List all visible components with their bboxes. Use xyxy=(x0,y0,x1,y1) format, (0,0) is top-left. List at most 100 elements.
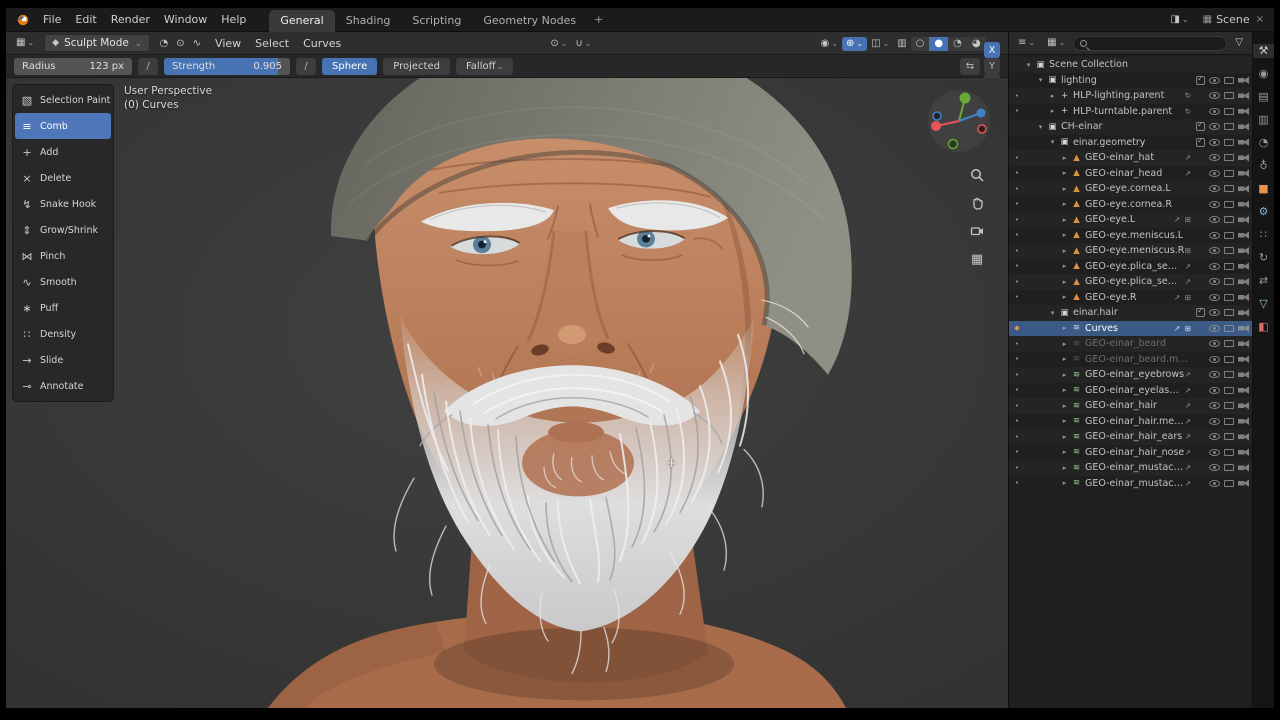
outliner-row[interactable]: • ▸ ▲ GEO-einar_head ↗ xyxy=(1009,166,1252,182)
tab-modifiers[interactable]: ⚙ xyxy=(1253,205,1274,219)
render-disable-toggle[interactable] xyxy=(1238,169,1249,178)
viewport-disable-toggle[interactable] xyxy=(1224,232,1234,239)
row-name[interactable]: GEO-einar_hair xyxy=(1083,400,1185,411)
hide-eye-toggle[interactable] xyxy=(1209,449,1220,456)
render-disable-toggle[interactable] xyxy=(1238,200,1249,209)
outliner-row[interactable]: ▾ ▣ Scene Collection xyxy=(1009,57,1252,73)
hide-eye-toggle[interactable] xyxy=(1209,356,1220,363)
outliner-row[interactable]: • ▸ ▲ GEO-eye.meniscus.R ⊞ xyxy=(1009,243,1252,259)
expand-arrow-icon[interactable]: ▾ xyxy=(1023,61,1034,69)
workspace-tab-general[interactable]: General xyxy=(269,10,334,32)
exclude-checkbox[interactable] xyxy=(1196,76,1205,85)
hide-eye-toggle[interactable] xyxy=(1209,325,1220,332)
search-input[interactable] xyxy=(1091,38,1220,48)
expand-arrow-icon[interactable]: ▸ xyxy=(1047,107,1058,115)
row-name[interactable]: GEO-einar_eyebrows xyxy=(1083,369,1185,380)
row-name[interactable]: GEO-einar_hair.messy xyxy=(1083,416,1185,427)
outliner-row[interactable]: • ▸ ≋ GEO-einar_mustache ↗ xyxy=(1009,460,1252,476)
render-disable-toggle[interactable] xyxy=(1238,370,1249,379)
row-name[interactable]: GEO-eye.cornea.R xyxy=(1083,199,1192,210)
row-name[interactable]: GEO-einar_mustache xyxy=(1083,462,1185,473)
hide-eye-toggle[interactable] xyxy=(1209,418,1220,425)
pan-hand-icon[interactable] xyxy=(968,194,986,212)
outliner-row[interactable]: • ▸ + HLP-lighting.parent ↻ xyxy=(1009,88,1252,104)
menu-file[interactable]: File xyxy=(36,11,68,28)
expand-arrow-icon[interactable]: ▾ xyxy=(1035,123,1046,131)
navigation-gizmo[interactable] xyxy=(924,86,994,156)
strength-pressure-toggle[interactable]: ∕ xyxy=(296,58,316,75)
falloff-dropdown[interactable]: Falloff⌄ xyxy=(456,58,513,75)
render-disable-toggle[interactable] xyxy=(1238,76,1249,85)
viewport-disable-toggle[interactable] xyxy=(1224,77,1234,84)
menu-window[interactable]: Window xyxy=(157,11,214,28)
viewport-disable-toggle[interactable] xyxy=(1224,92,1234,99)
mirror-icon[interactable]: ⇆ xyxy=(960,58,980,75)
expand-arrow-icon[interactable]: ▸ xyxy=(1059,417,1070,425)
viewport-disable-toggle[interactable] xyxy=(1224,201,1234,208)
hide-eye-toggle[interactable] xyxy=(1209,433,1220,440)
outliner-row[interactable]: • ▸ ≋ GEO-einar_mustache.m ↗ xyxy=(1009,476,1252,492)
tab-scene[interactable]: ◔ xyxy=(1253,136,1274,150)
outliner-row[interactable]: ▾ ▣ einar.hair xyxy=(1009,305,1252,321)
render-disable-toggle[interactable] xyxy=(1238,432,1249,441)
tool-add[interactable]: + Add xyxy=(15,139,111,165)
outliner-row[interactable]: • ▸ ▲ GEO-einar_hat ↗ xyxy=(1009,150,1252,166)
hide-eye-toggle[interactable] xyxy=(1209,402,1220,409)
filter-icon[interactable]: ▽ xyxy=(1231,36,1247,50)
row-name[interactable]: einar.hair xyxy=(1071,307,1192,318)
expand-arrow-icon[interactable]: ▸ xyxy=(1059,386,1070,394)
exclude-checkbox[interactable] xyxy=(1196,138,1205,147)
expand-arrow-icon[interactable]: ▸ xyxy=(1059,169,1070,177)
outliner-row[interactable]: • ▸ ▲ GEO-eye.plica_semilun ↗ xyxy=(1009,274,1252,290)
hide-eye-toggle[interactable] xyxy=(1209,92,1220,99)
row-name[interactable]: GEO-eye.cornea.L xyxy=(1083,183,1192,194)
strength-slider[interactable]: Strength 0.905 xyxy=(164,58,290,75)
tab-particles[interactable]: ∷ xyxy=(1253,228,1274,242)
expand-arrow-icon[interactable]: ▸ xyxy=(1059,371,1070,379)
exclude-checkbox[interactable] xyxy=(1196,308,1205,317)
viewport-canvas[interactable]: ▧ Selection Paint ≡ Comb + Add xyxy=(6,78,1008,708)
menu-render[interactable]: Render xyxy=(104,11,157,28)
expand-arrow-icon[interactable]: ▸ xyxy=(1059,433,1070,441)
scene-unlink-button[interactable]: × xyxy=(1254,14,1266,25)
viewport-disable-toggle[interactable] xyxy=(1224,216,1234,223)
gizmo-x-axis[interactable] xyxy=(931,121,941,131)
render-disable-toggle[interactable] xyxy=(1238,386,1249,395)
exclude-checkbox[interactable] xyxy=(1196,122,1205,131)
gizmo-y-axis[interactable] xyxy=(960,93,971,104)
row-name[interactable]: HLP-turntable.parent xyxy=(1071,106,1185,117)
tab-physics[interactable]: ↻ xyxy=(1253,251,1274,265)
menu-help[interactable]: Help xyxy=(214,11,253,28)
tab-object[interactable]: ■ xyxy=(1253,182,1274,196)
render-disable-toggle[interactable] xyxy=(1238,308,1249,317)
render-disable-toggle[interactable] xyxy=(1238,246,1249,255)
tab-output[interactable]: ▤ xyxy=(1253,90,1274,104)
render-disable-toggle[interactable] xyxy=(1238,215,1249,224)
row-name[interactable]: GEO-einar_beard xyxy=(1083,338,1192,349)
tab-tool[interactable]: ⚒ xyxy=(1253,44,1274,58)
outliner-row[interactable]: • ▸ ≋ GEO-einar_eyebrows ↗ xyxy=(1009,367,1252,383)
render-disable-toggle[interactable] xyxy=(1238,107,1249,116)
render-disable-toggle[interactable] xyxy=(1238,479,1249,488)
gizmo-x-negative[interactable] xyxy=(978,125,986,133)
expand-arrow-icon[interactable]: ▸ xyxy=(1059,324,1070,332)
viewport-disable-toggle[interactable] xyxy=(1224,325,1234,332)
outliner-row[interactable]: • ▸ ▲ GEO-eye.meniscus.L xyxy=(1009,228,1252,244)
viewport-disable-toggle[interactable] xyxy=(1224,433,1234,440)
zoom-icon[interactable] xyxy=(968,166,986,184)
gizmo-z-negative[interactable] xyxy=(933,112,941,120)
render-disable-toggle[interactable] xyxy=(1238,463,1249,472)
shading-solid-icon[interactable]: ● xyxy=(929,37,948,51)
row-name[interactable]: GEO-einar_head xyxy=(1083,168,1185,179)
tab-material[interactable]: ◧ xyxy=(1253,320,1274,334)
menu-view[interactable]: View xyxy=(208,35,248,52)
render-disable-toggle[interactable] xyxy=(1238,355,1249,364)
expand-arrow-icon[interactable]: ▸ xyxy=(1059,185,1070,193)
hide-eye-toggle[interactable] xyxy=(1209,387,1220,394)
row-name[interactable]: GEO-eye.meniscus.R xyxy=(1083,245,1185,256)
viewport-disable-toggle[interactable] xyxy=(1224,170,1234,177)
gizmo-y-negative[interactable] xyxy=(949,140,958,149)
expand-arrow-icon[interactable]: ▸ xyxy=(1059,340,1070,348)
expand-arrow-icon[interactable]: ▾ xyxy=(1047,309,1058,317)
row-name[interactable]: GEO-eye.R xyxy=(1083,292,1174,303)
